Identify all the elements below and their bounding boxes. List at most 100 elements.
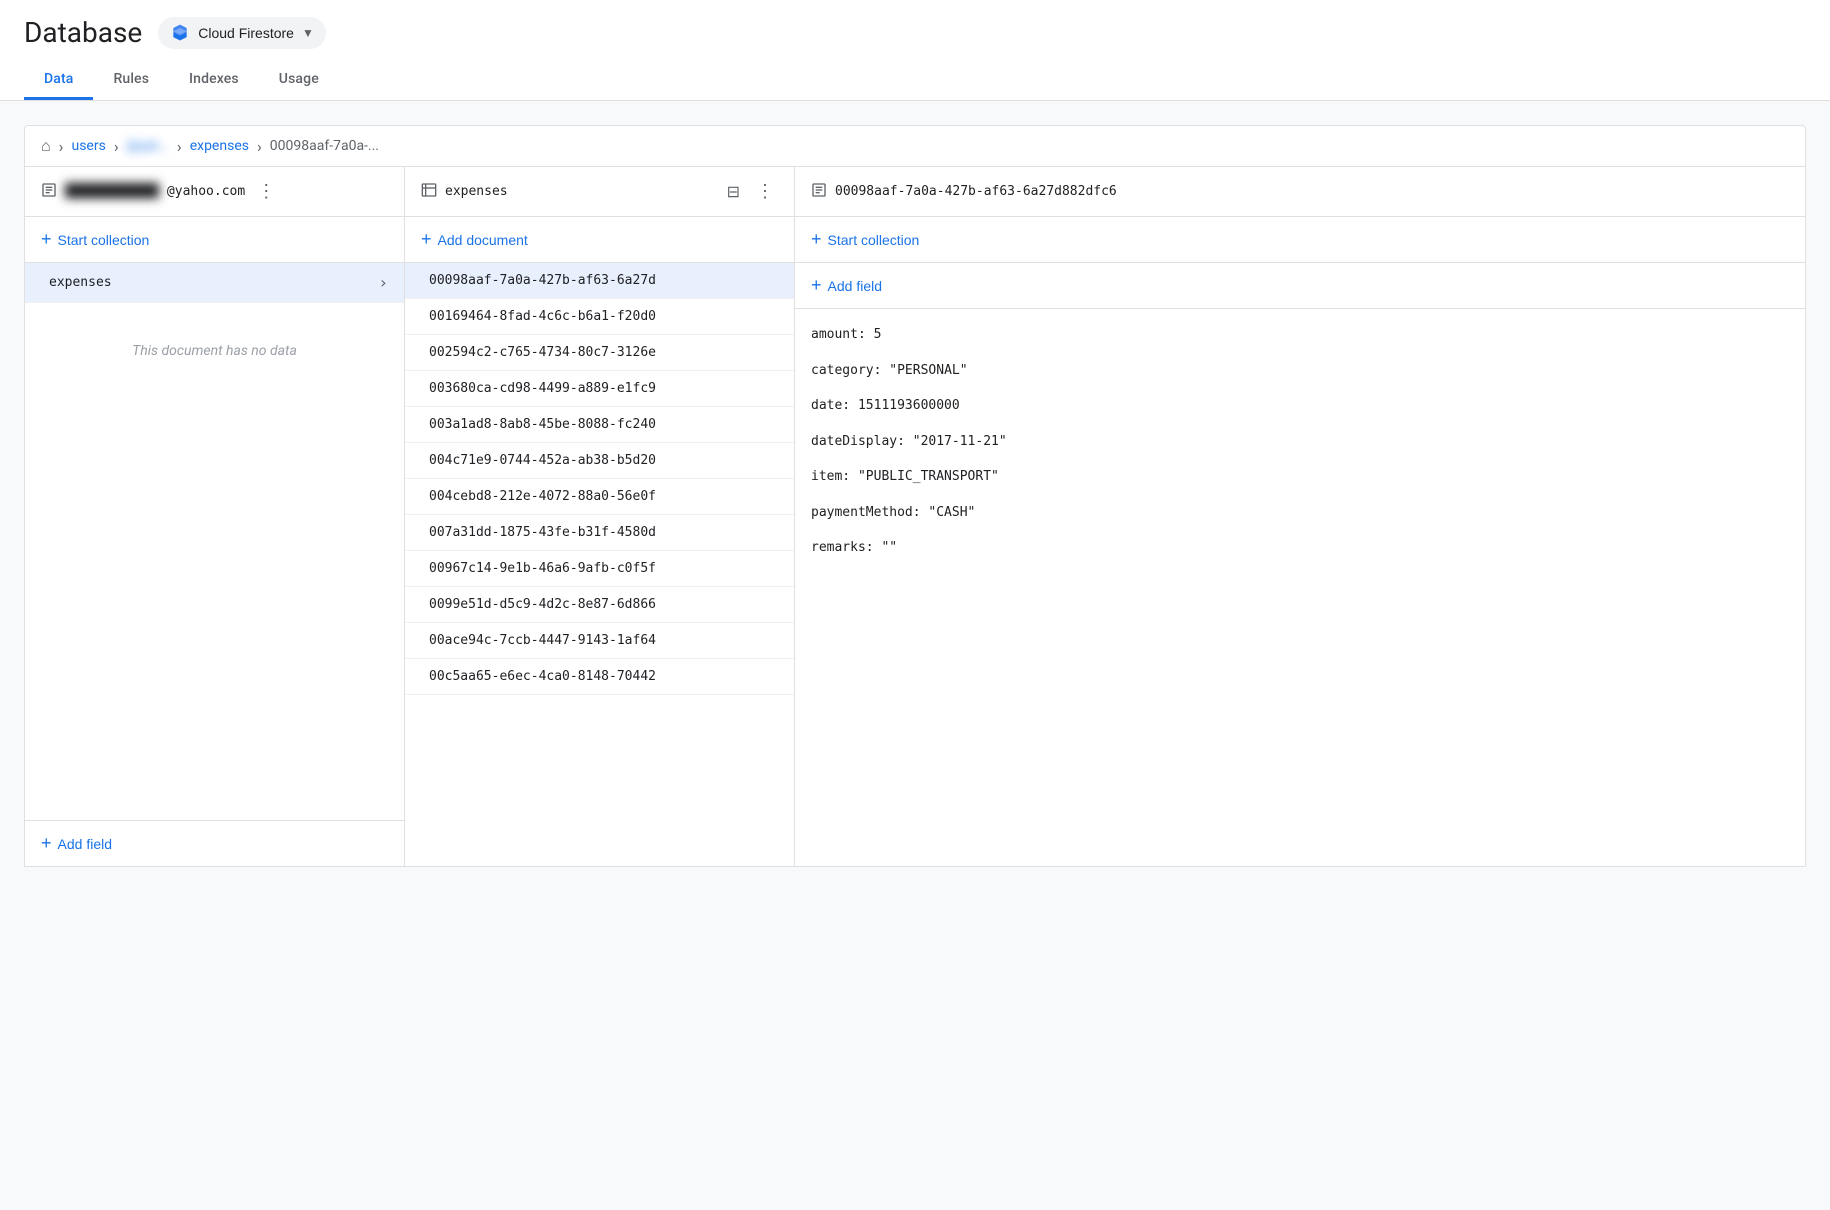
breadcrumb-user-email[interactable]: @yah... (127, 139, 169, 154)
add-field-btn-3[interactable]: + Add field (795, 263, 1805, 309)
doc-id-6: 004cebd8-212e-4072-88a0-56e0f (429, 489, 656, 504)
tab-rules[interactable]: Rules (93, 61, 169, 100)
field-date: date: 1511193600000 (811, 388, 1789, 424)
add-field-btn-1[interactable]: + Add field (25, 820, 404, 866)
breadcrumb-sep-0: › (59, 137, 64, 156)
doc-item-5[interactable]: 004c71e9-0744-452a-ab38-b5d20 (405, 443, 794, 479)
doc-item-9[interactable]: 0099e51d-d5c9-4d2c-8e87-6d866 (405, 587, 794, 623)
column1-scroll: expenses › This document has no data (25, 263, 404, 820)
columns-container: ████████████ @yahoo.com ⋮ + Start collec… (24, 167, 1806, 867)
field-value-item: "PUBLIC_TRANSPORT" (858, 469, 999, 484)
column2-menu-btn[interactable]: ⋮ (752, 179, 778, 204)
user-email-suffix: @yahoo.com (167, 184, 245, 199)
list-item-expenses[interactable]: expenses › (25, 263, 404, 303)
header-top: Database Cloud Firestore ▼ (24, 16, 1806, 49)
doc-id-1: 00169464-8fad-4c6c-b6a1-f20d0 (429, 309, 656, 324)
add-field-label-3: Add field (828, 278, 882, 294)
add-document-label: Add document (438, 232, 528, 248)
collection-icon-2 (421, 182, 437, 202)
doc-id-3: 003680ca-cd98-4499-a889-e1fc9 (429, 381, 656, 396)
field-key-paymentMethod: paymentMethod: (811, 505, 928, 520)
doc-item-10[interactable]: 00ace94c-7ccb-4447-9143-1af64 (405, 623, 794, 659)
column-expenses-header: expenses ⊟ ⋮ (405, 167, 794, 217)
doc-id-9: 0099e51d-d5c9-4d2c-8e87-6d866 (429, 597, 656, 612)
doc-icon-1 (41, 182, 57, 202)
doc-item-11[interactable]: 00c5aa65-e6ec-4ca0-8148-70442 (405, 659, 794, 695)
doc-item-1[interactable]: 00169464-8fad-4c6c-b6a1-f20d0 (405, 299, 794, 335)
field-category: category: "PERSONAL" (811, 353, 1789, 389)
doc-id-7: 007a31dd-1875-43fe-b31f-4580d (429, 525, 656, 540)
doc-item-8[interactable]: 00967c14-9e1b-46a6-9afb-c0f5f (405, 551, 794, 587)
doc-id-8: 00967c14-9e1b-46a6-9afb-c0f5f (429, 561, 656, 576)
dropdown-arrow-icon: ▼ (302, 26, 314, 40)
column-document-header: 00098aaf-7a0a-427b-af63-6a27d882dfc6 (795, 167, 1805, 217)
add-field-label-1: Add field (58, 836, 112, 852)
field-key-item: item: (811, 469, 858, 484)
add-collection-btn-1[interactable]: + Start collection (25, 217, 404, 263)
add-collection-label-1: Start collection (58, 232, 150, 248)
tab-data[interactable]: Data (24, 61, 93, 100)
doc-item-7[interactable]: 007a31dd-1875-43fe-b31f-4580d (405, 515, 794, 551)
plus-icon-field-3: + (811, 275, 822, 296)
field-value-date: 1511193600000 (858, 398, 960, 413)
column2-actions: ⊟ ⋮ (723, 179, 778, 204)
column-document: 00098aaf-7a0a-427b-af63-6a27d882dfc6 + S… (795, 167, 1805, 866)
breadcrumb: ⌂ › users › @yah... › expenses › 00098aa… (24, 125, 1806, 167)
column-user: ████████████ @yahoo.com ⋮ + Start collec… (25, 167, 405, 866)
no-data-text: This document has no data (25, 303, 404, 419)
breadcrumb-doc-id: 00098aaf-7a0a-... (270, 138, 379, 154)
doc-id-5: 004c71e9-0744-452a-ab38-b5d20 (429, 453, 656, 468)
doc-item-2[interactable]: 002594c2-c765-4734-80c7-3126e (405, 335, 794, 371)
add-document-btn[interactable]: + Add document (405, 217, 794, 263)
doc-id-11: 00c5aa65-e6ec-4ca0-8148-70442 (429, 669, 656, 684)
column1-menu-btn[interactable]: ⋮ (253, 179, 279, 204)
add-collection-btn-3[interactable]: + Start collection (795, 217, 1805, 263)
service-selector[interactable]: Cloud Firestore ▼ (158, 17, 326, 49)
filter-btn[interactable]: ⊟ (723, 180, 744, 204)
header: Database Cloud Firestore ▼ Data Rules In… (0, 0, 1830, 101)
field-value-amount: 5 (874, 327, 882, 342)
breadcrumb-expenses[interactable]: expenses (190, 138, 249, 154)
add-collection-label-3: Start collection (828, 232, 920, 248)
plus-icon-2: + (421, 229, 432, 250)
field-key-amount: amount: (811, 327, 874, 342)
tab-indexes[interactable]: Indexes (169, 61, 259, 100)
firestore-icon (170, 23, 190, 43)
doc-id-0: 00098aaf-7a0a-427b-af63-6a27d (429, 273, 656, 288)
column-expenses: expenses ⊟ ⋮ + Add document 00098aaf-7a0… (405, 167, 795, 866)
fields-container: amount: 5 category: "PERSONAL" date: 151… (795, 309, 1805, 574)
doc-item-6[interactable]: 004cebd8-212e-4072-88a0-56e0f (405, 479, 794, 515)
doc-icon-3 (811, 182, 827, 202)
field-key-remarks: remarks: (811, 540, 881, 555)
tab-usage[interactable]: Usage (259, 61, 339, 100)
service-name: Cloud Firestore (198, 25, 294, 41)
field-paymentMethod: paymentMethod: "CASH" (811, 495, 1789, 531)
field-dateDisplay: dateDisplay: "2017-11-21" (811, 424, 1789, 460)
column-user-header: ████████████ @yahoo.com ⋮ (25, 167, 404, 217)
doc-item-0[interactable]: 00098aaf-7a0a-427b-af63-6a27d (405, 263, 794, 299)
expenses-collection-title: expenses (445, 184, 715, 199)
doc-id-10: 00ace94c-7ccb-4447-9143-1af64 (429, 633, 656, 648)
field-key-dateDisplay: dateDisplay: (811, 434, 913, 449)
plus-icon-3: + (811, 229, 822, 250)
breadcrumb-sep-2: › (177, 137, 182, 156)
breadcrumb-users[interactable]: users (71, 138, 105, 154)
document-id-title: 00098aaf-7a0a-427b-af63-6a27d882dfc6 (835, 184, 1789, 199)
field-remarks: remarks: "" (811, 530, 1789, 566)
doc-id-4: 003a1ad8-8ab8-45be-8088-fc240 (429, 417, 656, 432)
field-value-category: "PERSONAL" (889, 363, 967, 378)
doc-item-4[interactable]: 003a1ad8-8ab8-45be-8088-fc240 (405, 407, 794, 443)
expenses-label: expenses (49, 275, 112, 290)
column2-scroll: 00098aaf-7a0a-427b-af63-6a27d 00169464-8… (405, 263, 794, 866)
nav-tabs: Data Rules Indexes Usage (24, 61, 1806, 100)
plus-icon-field-1: + (41, 833, 52, 854)
doc-id-2: 002594c2-c765-4734-80c7-3126e (429, 345, 656, 360)
field-amount: amount: 5 (811, 317, 1789, 353)
app-title: Database (24, 16, 142, 49)
plus-icon-1: + (41, 229, 52, 250)
main-content: ⌂ › users › @yah... › expenses › 00098aa… (0, 101, 1830, 891)
home-icon[interactable]: ⌂ (41, 136, 51, 156)
doc-item-3[interactable]: 003680ca-cd98-4499-a889-e1fc9 (405, 371, 794, 407)
field-key-category: category: (811, 363, 889, 378)
field-key-date: date: (811, 398, 858, 413)
